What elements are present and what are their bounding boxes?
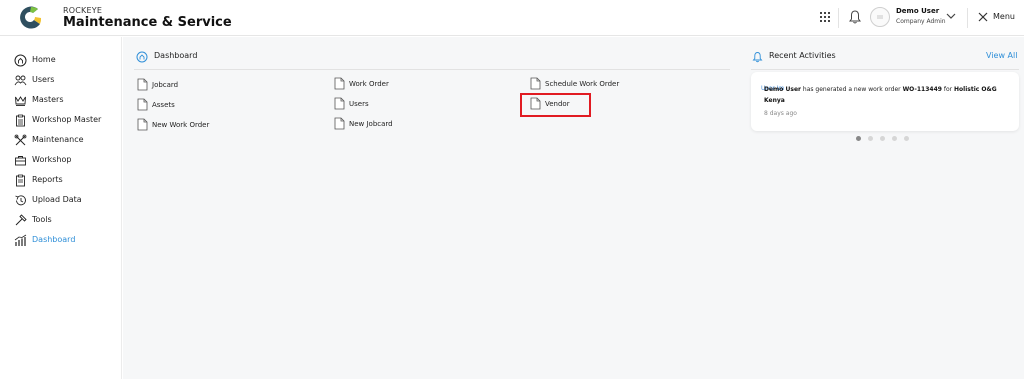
dashboard-chart-icon: [14, 234, 27, 246]
sidebar-item-label: Users: [32, 75, 55, 84]
crown-icon: [15, 96, 26, 106]
carousel-dot[interactable]: [856, 136, 861, 141]
home-icon: [136, 51, 148, 63]
sidebar-item-workshop-master[interactable]: Workshop Master: [14, 113, 119, 129]
sidebar-item-maintenance[interactable]: Maintenance: [14, 133, 119, 149]
carousel-dot[interactable]: [868, 136, 873, 141]
home-icon: [14, 54, 27, 67]
sidebar-item-users[interactable]: Users: [14, 73, 119, 89]
activity-time: 8 days ago: [764, 110, 797, 117]
sidebar-item-dashboard[interactable]: Dashboard: [14, 233, 119, 249]
brand-name: ROCKEYE: [63, 6, 103, 15]
main-content: Dashboard Jobcard Assets New Work Order …: [123, 37, 1024, 379]
wrench-icon: [14, 134, 27, 146]
divider: [134, 69, 730, 70]
sidebar-item-label: Reports: [32, 175, 63, 184]
highlight-box: [520, 93, 591, 117]
activity-user: Demo User: [764, 86, 801, 93]
sidebar-item-workshop[interactable]: Workshop: [14, 153, 119, 169]
activity-for: for: [943, 86, 953, 93]
sidebar-item-label: Workshop Master: [32, 115, 102, 124]
apps-grid-icon[interactable]: [818, 10, 832, 24]
divider: [751, 69, 1019, 70]
document-icon: [530, 77, 541, 90]
document-icon: [334, 117, 345, 130]
close-icon: [978, 12, 988, 22]
document-icon: [334, 77, 345, 90]
document-icon: [137, 78, 148, 91]
sidebar: Home Users Masters Workshop Master Maint…: [0, 37, 122, 379]
sidebar-item-home[interactable]: Home: [14, 53, 119, 69]
activity-card[interactable]: User Im Demo User has generated a new wo…: [751, 72, 1019, 131]
carousel-dot[interactable]: [892, 136, 897, 141]
sidebar-item-label: Workshop: [32, 155, 72, 164]
sidebar-item-label: Tools: [32, 215, 52, 224]
sidebar-item-label: Masters: [32, 95, 64, 104]
rockeye-logo-icon: [20, 6, 42, 29]
sidebar-item-masters[interactable]: Masters: [14, 93, 119, 109]
recent-activities-title: Recent Activities: [769, 51, 836, 60]
clipboard-icon: [16, 114, 25, 127]
toolbox-icon: [15, 156, 26, 166]
report-icon: [16, 174, 25, 187]
activity-message: has generated a new work order: [802, 86, 901, 93]
carousel-dot[interactable]: [904, 136, 909, 141]
sidebar-item-label: Upload Data: [32, 195, 82, 204]
notification-bell-icon: [752, 52, 763, 63]
user-name: Demo User: [896, 7, 940, 15]
link-label: Jobcard: [152, 81, 179, 89]
page-title: Dashboard: [154, 51, 198, 60]
document-icon: [334, 97, 345, 110]
link-label: Assets: [152, 101, 175, 109]
chevron-down-icon[interactable]: [945, 11, 957, 21]
user-avatar-icon: [877, 15, 883, 19]
link-label: New Jobcard: [349, 120, 393, 128]
notification-bell-icon[interactable]: [848, 9, 862, 25]
sidebar-item-label: Maintenance: [32, 135, 84, 144]
user-role: Company Admin: [896, 18, 946, 25]
avatar[interactable]: [870, 7, 890, 27]
view-all-link[interactable]: View All: [986, 51, 1017, 60]
link-label: Work Order: [349, 80, 389, 88]
link-label: Schedule Work Order: [545, 80, 620, 88]
document-icon: [137, 118, 148, 131]
app-title: Maintenance & Service: [63, 15, 232, 30]
sidebar-item-label: Home: [32, 55, 56, 64]
sidebar-item-reports[interactable]: Reports: [14, 173, 119, 189]
history-icon: [15, 195, 26, 206]
link-label: Users: [349, 100, 369, 108]
top-header: ROCKEYE Maintenance & Service Demo User …: [0, 0, 1024, 36]
carousel-dot[interactable]: [880, 136, 885, 141]
menu-label: Menu: [993, 12, 1015, 21]
sidebar-item-tools[interactable]: Tools: [14, 213, 119, 229]
document-icon: [137, 98, 148, 111]
activity-order-id: WO-113449: [902, 86, 942, 93]
header-divider: [967, 8, 968, 28]
hammer-icon: [15, 214, 27, 226]
header-divider: [838, 8, 839, 28]
users-icon: [14, 75, 27, 86]
sidebar-item-label: Dashboard: [32, 235, 76, 244]
link-label: New Work Order: [152, 121, 210, 129]
activity-text: Demo User has generated a new work order…: [764, 84, 1012, 106]
sidebar-item-upload-data[interactable]: Upload Data: [14, 193, 119, 209]
